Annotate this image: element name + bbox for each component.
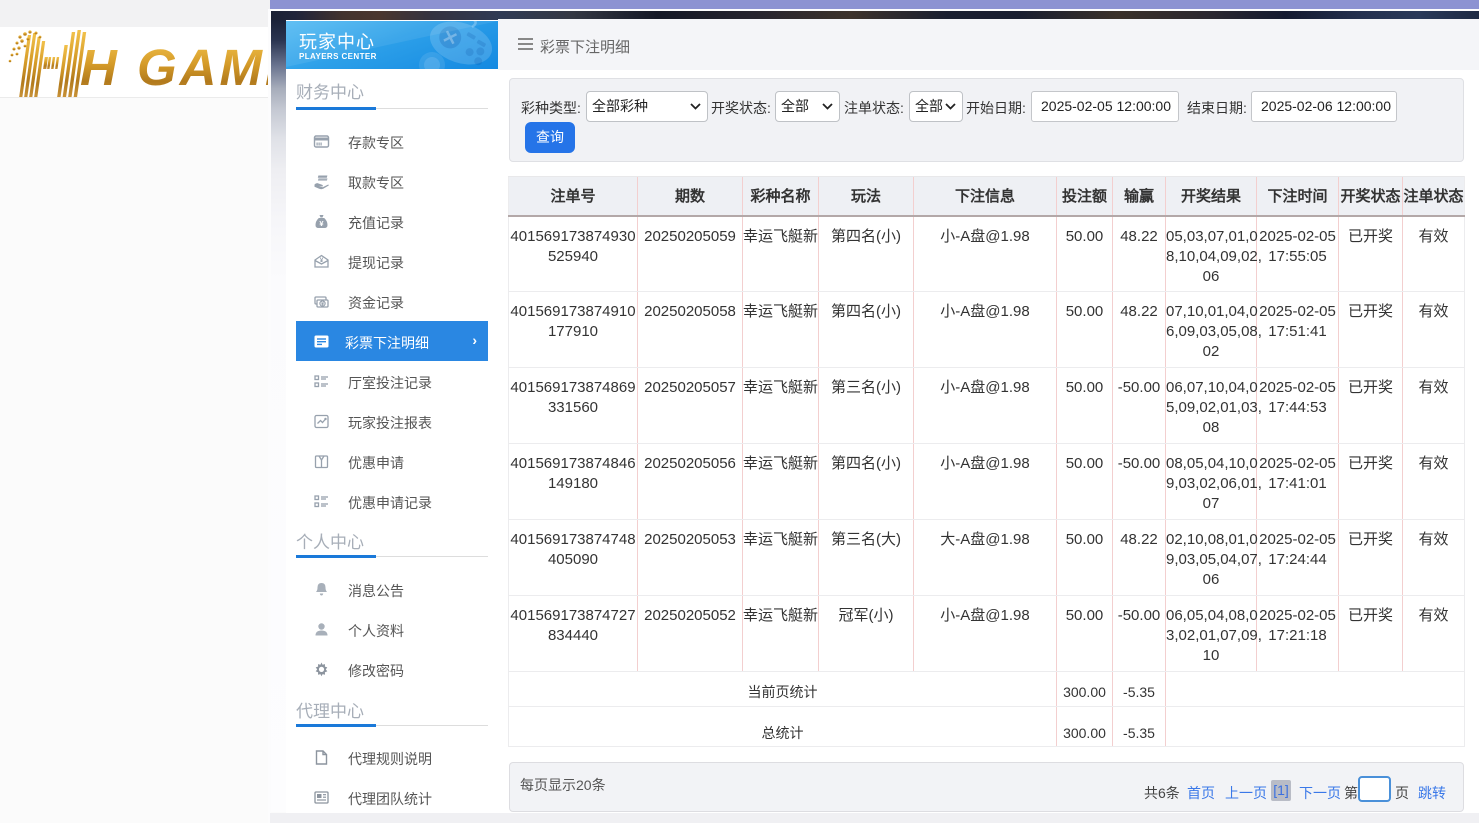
svg-text:¥: ¥: [320, 257, 324, 264]
svg-text:H GAME: H GAME: [80, 39, 270, 96]
